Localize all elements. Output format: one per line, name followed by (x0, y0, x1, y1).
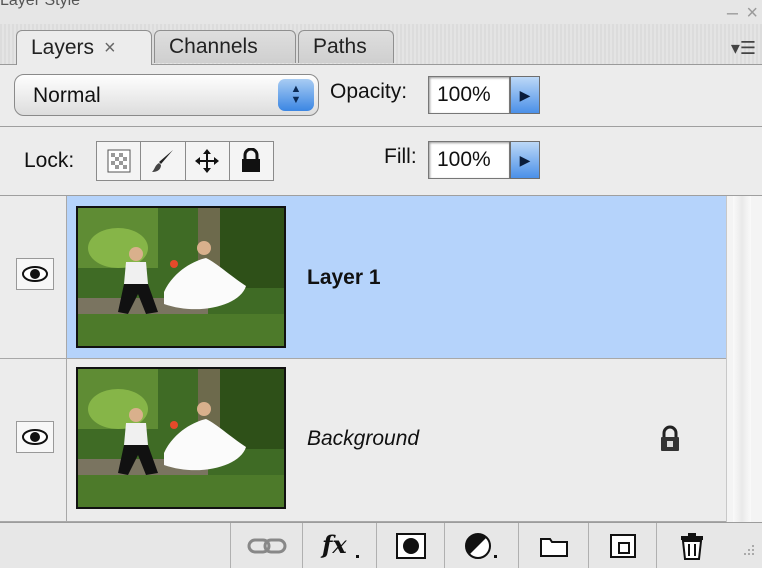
layer-thumbnail[interactable] (76, 206, 286, 348)
fill-input[interactable]: 100% (428, 141, 510, 179)
trash-icon[interactable] (656, 523, 727, 568)
blend-mode-select[interactable]: Normal ▲ ▼ (14, 74, 319, 116)
eye-icon[interactable] (16, 258, 54, 290)
lock-paint-brush-icon[interactable] (141, 142, 186, 180)
layers-list: Layer 1 Background (0, 196, 726, 522)
tab-close-icon[interactable]: × (104, 37, 116, 60)
blend-mode-value: Normal (33, 84, 101, 107)
opacity-slider-arrow-icon[interactable]: ▶ (510, 76, 540, 114)
lock-move-icon[interactable] (186, 142, 230, 180)
layer-row-background[interactable]: Background (0, 359, 726, 522)
new-layer-icon[interactable] (588, 523, 657, 568)
panel-top-strip: Layer Style – × (0, 0, 762, 24)
opacity-input[interactable]: 100% (428, 76, 510, 114)
link-icon[interactable] (230, 523, 303, 568)
layer-name[interactable]: Background (307, 427, 419, 451)
scrollbar-track[interactable] (733, 196, 751, 522)
lock-buttons (96, 141, 274, 181)
eye-icon[interactable] (16, 421, 54, 453)
fill-label: Fill: (384, 145, 417, 168)
visibility-column (0, 196, 67, 358)
lock-fill-row: Lock: Fill: 100% ▶ (0, 127, 762, 196)
minimize-icon[interactable]: – (727, 3, 738, 23)
tab-label: Layers (31, 36, 95, 59)
mask-icon[interactable] (376, 523, 445, 568)
layer-row-layer-1[interactable]: Layer 1 (0, 196, 726, 359)
layers-scrollbar[interactable] (726, 196, 762, 522)
lock-label: Lock: (24, 149, 75, 172)
layer-name[interactable]: Layer 1 (307, 266, 381, 290)
blend-mode-spinner-icon[interactable]: ▲ ▼ (278, 79, 314, 111)
fill-slider-arrow-icon[interactable]: ▶ (510, 141, 540, 179)
fx-icon[interactable]: fx (302, 523, 377, 568)
visibility-column (0, 359, 67, 521)
blend-opacity-row: Normal ▲ ▼ Opacity: 100% ▶ (0, 64, 762, 127)
resize-grip-icon[interactable] (740, 543, 756, 564)
close-panel-icon[interactable]: × (746, 3, 758, 23)
lock-transparent-icon[interactable] (97, 142, 142, 180)
window-title-fragment: Layer Style (0, 0, 81, 9)
adjustment-layer-icon[interactable] (444, 523, 519, 568)
tab-label: Channels (169, 35, 258, 58)
tab-channels[interactable]: Channels (154, 30, 296, 63)
tab-label: Paths (313, 35, 367, 58)
layer-thumbnail[interactable] (76, 367, 286, 509)
lock-all-icon[interactable] (230, 142, 273, 180)
tab-bar: Layers × Channels Paths ▾☰ (0, 24, 762, 65)
tab-layers[interactable]: Layers × (16, 30, 152, 65)
panel-menu-icon[interactable]: ▾☰ (731, 38, 756, 59)
layers-bottom-toolbar: fx (0, 522, 762, 568)
layer-locked-icon (658, 425, 682, 458)
svg-text:fx: fx (320, 531, 347, 559)
opacity-label: Opacity: (330, 80, 408, 103)
tab-paths[interactable]: Paths (298, 30, 394, 63)
folder-icon[interactable] (518, 523, 589, 568)
